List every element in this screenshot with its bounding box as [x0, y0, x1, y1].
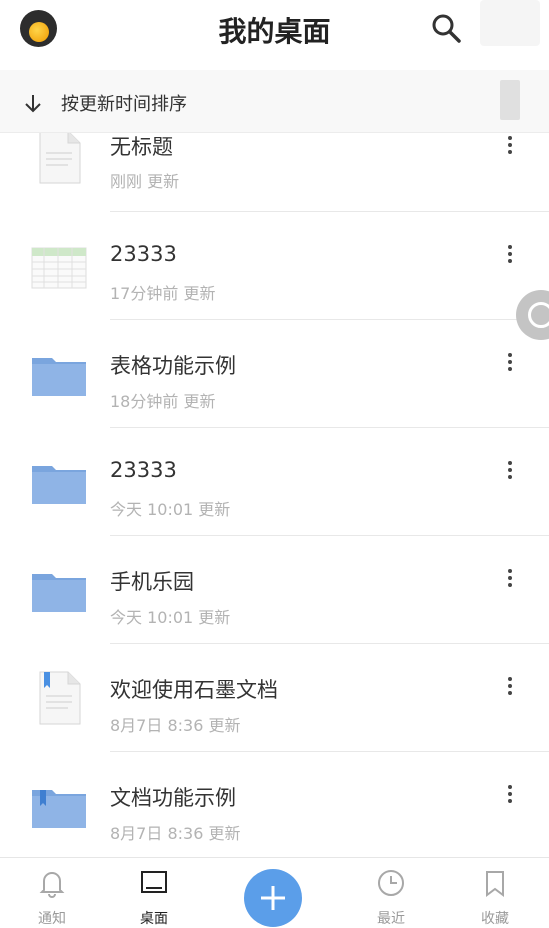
- blurred-area: [500, 80, 520, 120]
- aperture-icon: [528, 302, 549, 328]
- file-updated: 今天 10:01 更新: [110, 500, 231, 519]
- folder-icon: [28, 452, 90, 514]
- plus-icon: [261, 886, 285, 910]
- folder-icon: [28, 560, 90, 622]
- more-icon[interactable]: [498, 566, 522, 596]
- file-name: 文档功能示例: [110, 786, 236, 810]
- tab-label: 收藏: [481, 911, 509, 927]
- tab-label: 桌面: [140, 911, 168, 927]
- document-icon: [28, 133, 90, 189]
- tab-recent[interactable]: 最近: [341, 858, 441, 928]
- more-icon[interactable]: [498, 458, 522, 488]
- more-icon[interactable]: [498, 782, 522, 812]
- tab-label: 通知: [38, 911, 66, 927]
- search-icon[interactable]: [430, 12, 462, 44]
- list-item[interactable]: 无标题 刚刚 更新: [0, 133, 549, 212]
- bookmark-icon: [486, 871, 504, 897]
- list-item[interactable]: 手机乐园 今天 10:01 更新: [0, 536, 549, 644]
- file-name: 无标题: [110, 135, 173, 159]
- top-bar: 我的桌面: [0, 0, 549, 70]
- more-icon[interactable]: [498, 350, 522, 380]
- spreadsheet-icon: [28, 236, 90, 298]
- list-item[interactable]: 23333 今天 10:01 更新: [0, 428, 549, 536]
- desktop-icon: [141, 871, 167, 893]
- list-item[interactable]: 文档功能示例 8月7日 8:36 更新: [0, 752, 549, 857]
- sort-bar[interactable]: 按更新时间排序: [0, 70, 549, 133]
- file-updated: 刚刚 更新: [110, 172, 180, 191]
- list-item[interactable]: 欢迎使用石墨文档 8月7日 8:36 更新: [0, 644, 549, 752]
- tab-desktop[interactable]: 桌面: [104, 858, 204, 928]
- tab-label: 最近: [377, 911, 405, 927]
- clock-icon: [378, 870, 404, 896]
- file-name: 表格功能示例: [110, 354, 236, 378]
- file-updated: 8月7日 8:36 更新: [110, 716, 241, 735]
- tab-favorites[interactable]: 收藏: [445, 858, 545, 928]
- file-updated: 17分钟前 更新: [110, 284, 216, 303]
- sort-label: 按更新时间排序: [61, 94, 187, 115]
- list-item[interactable]: 表格功能示例 18分钟前 更新: [0, 320, 549, 428]
- file-name: 手机乐园: [110, 570, 194, 594]
- file-name: 23333: [110, 458, 177, 482]
- bookmarked-document-icon: [28, 668, 90, 730]
- bottom-tab-bar: 通知 桌面 最近 收藏: [0, 857, 549, 928]
- more-icon[interactable]: [498, 133, 522, 163]
- file-name: 欢迎使用石墨文档: [110, 678, 278, 702]
- folder-icon: [28, 344, 90, 406]
- file-updated: 今天 10:01 更新: [110, 608, 231, 627]
- file-updated: 8月7日 8:36 更新: [110, 824, 241, 843]
- list-item[interactable]: 23333 17分钟前 更新: [0, 212, 549, 320]
- blurred-area: [480, 0, 540, 46]
- add-button[interactable]: [244, 869, 302, 927]
- arrow-down-icon: [25, 95, 41, 113]
- tab-notifications[interactable]: 通知: [2, 858, 102, 928]
- more-icon[interactable]: [498, 242, 522, 272]
- file-name: 23333: [110, 242, 177, 266]
- more-icon[interactable]: [498, 674, 522, 704]
- file-updated: 18分钟前 更新: [110, 392, 216, 411]
- bell-icon: [39, 872, 65, 898]
- file-list: 无标题 刚刚 更新 23333 17分钟前 更新 表格功能示例 18分钟前 更新…: [0, 133, 549, 857]
- bookmarked-folder-icon: [28, 776, 90, 838]
- page-title: 我的桌面: [218, 15, 331, 48]
